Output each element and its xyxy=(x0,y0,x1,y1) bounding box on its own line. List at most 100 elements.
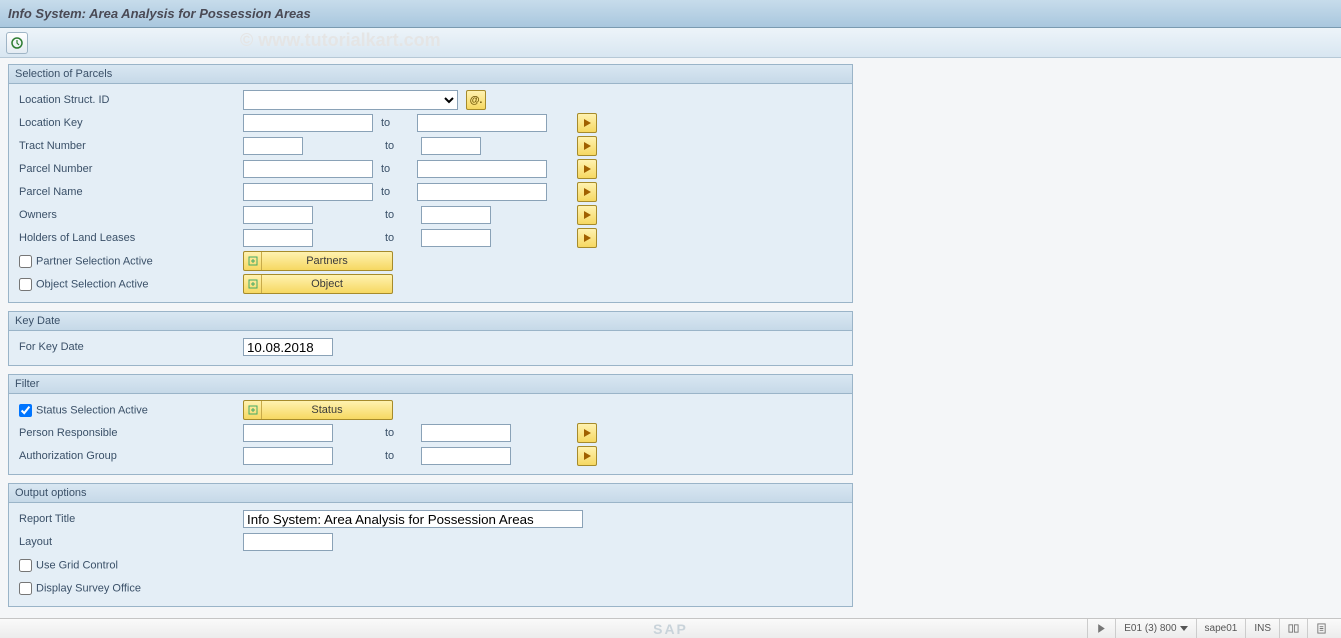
input-holders-from[interactable] xyxy=(243,229,313,247)
to-label: to xyxy=(381,209,421,221)
to-label: to xyxy=(377,117,417,129)
execute-button[interactable] xyxy=(6,32,28,54)
group-selection-of-parcels: Selection of Parcels Location Struct. ID… xyxy=(8,64,853,303)
checkbox-object-selection-input[interactable] xyxy=(19,278,32,291)
checkbox-display-survey-input[interactable] xyxy=(19,582,32,595)
label-location-struct-id: Location Struct. ID xyxy=(13,94,243,106)
input-layout[interactable] xyxy=(243,533,333,551)
input-parcel-name-from[interactable] xyxy=(243,183,373,201)
checkbox-use-grid-control[interactable]: Use Grid Control xyxy=(13,556,243,575)
multi-select-holders[interactable] xyxy=(577,228,597,248)
group-title: Selection of Parcels xyxy=(9,65,852,84)
arrow-right-icon xyxy=(584,211,591,219)
status-script-icon[interactable] xyxy=(1307,619,1335,638)
dropdown-icon xyxy=(1180,626,1188,631)
arrow-right-icon xyxy=(584,142,591,150)
status-nav-start[interactable] xyxy=(1087,619,1115,638)
input-authorization-group-from[interactable] xyxy=(243,447,333,465)
status-button[interactable]: Status xyxy=(243,400,393,420)
input-location-key-to[interactable] xyxy=(417,114,547,132)
checkbox-partner-selection-input[interactable] xyxy=(19,255,32,268)
label-holders: Holders of Land Leases xyxy=(13,232,243,244)
to-label: to xyxy=(377,186,417,198)
status-system[interactable]: E01 (3) 800 xyxy=(1115,619,1195,638)
arrow-right-icon xyxy=(584,452,591,460)
label-layout: Layout xyxy=(13,536,243,548)
partners-button[interactable]: Partners xyxy=(243,251,393,271)
to-label: to xyxy=(377,163,417,175)
checkbox-status-selection[interactable]: Status Selection Active xyxy=(13,401,243,420)
object-button[interactable]: Object xyxy=(243,274,393,294)
status-layout-icon[interactable] xyxy=(1279,619,1307,638)
input-location-key-from[interactable] xyxy=(243,114,373,132)
object-button-label: Object xyxy=(262,278,392,290)
checkbox-partner-selection[interactable]: Partner Selection Active xyxy=(13,252,243,271)
arrow-right-icon xyxy=(584,234,591,242)
input-authorization-group-to[interactable] xyxy=(421,447,511,465)
label-parcel-name: Parcel Name xyxy=(13,186,243,198)
triangle-right-icon xyxy=(1096,623,1107,634)
input-tract-number-from[interactable] xyxy=(243,137,303,155)
window-title-bar: Info System: Area Analysis for Possessio… xyxy=(0,0,1341,28)
label-person-responsible: Person Responsible xyxy=(13,427,243,439)
label-display-survey: Display Survey Office xyxy=(36,582,141,594)
status-button-label: Status xyxy=(262,404,392,416)
label-status-selection: Status Selection Active xyxy=(36,404,148,416)
multi-select-location-key[interactable] xyxy=(577,113,597,133)
label-object-selection: Object Selection Active xyxy=(36,278,149,290)
arrow-right-icon xyxy=(584,165,591,173)
input-parcel-name-to[interactable] xyxy=(417,183,547,201)
input-owners-from[interactable] xyxy=(243,206,313,224)
input-owners-to[interactable] xyxy=(421,206,491,224)
status-server: sape01 xyxy=(1196,619,1246,638)
label-owners: Owners xyxy=(13,209,243,221)
label-location-key: Location Key xyxy=(13,117,243,129)
input-report-title[interactable] xyxy=(243,510,583,528)
partners-button-label: Partners xyxy=(262,255,392,267)
input-tract-number-to[interactable] xyxy=(421,137,481,155)
group-key-date: Key Date For Key Date xyxy=(8,311,853,366)
search-help-button[interactable]: @. xyxy=(466,90,486,110)
checkbox-use-grid-input[interactable] xyxy=(19,559,32,572)
multi-select-owners[interactable] xyxy=(577,205,597,225)
to-label: to xyxy=(381,140,421,152)
label-tract-number: Tract Number xyxy=(13,140,243,152)
group-title: Key Date xyxy=(9,312,852,331)
arrow-right-icon xyxy=(584,119,591,127)
input-parcel-number-to[interactable] xyxy=(417,160,547,178)
checkbox-display-survey-office[interactable]: Display Survey Office xyxy=(13,579,243,598)
window-title: Info System: Area Analysis for Possessio… xyxy=(8,6,311,21)
group-title: Filter xyxy=(9,375,852,394)
status-bar: SAP E01 (3) 800 sape01 INS xyxy=(0,618,1341,638)
execute-icon xyxy=(11,37,23,49)
label-report-title: Report Title xyxy=(13,513,243,525)
group-output-options: Output options Report Title Layout Use G… xyxy=(8,483,853,607)
input-holders-to[interactable] xyxy=(421,229,491,247)
multi-select-parcel-number[interactable] xyxy=(577,159,597,179)
multi-select-authorization-group[interactable] xyxy=(577,446,597,466)
input-for-key-date[interactable] xyxy=(243,338,333,356)
multi-select-person-responsible[interactable] xyxy=(577,423,597,443)
input-person-responsible-from[interactable] xyxy=(243,424,333,442)
sap-logo: SAP xyxy=(653,621,688,637)
label-partner-selection: Partner Selection Active xyxy=(36,255,153,267)
label-parcel-number: Parcel Number xyxy=(13,163,243,175)
multi-select-tract-number[interactable] xyxy=(577,136,597,156)
group-title: Output options xyxy=(9,484,852,503)
content-area: Selection of Parcels Location Struct. ID… xyxy=(0,58,1341,618)
document-icon xyxy=(1316,623,1327,634)
checkbox-object-selection[interactable]: Object Selection Active xyxy=(13,275,243,294)
at-icon: @. xyxy=(470,95,483,106)
expand-icon xyxy=(244,275,262,293)
status-insert-mode: INS xyxy=(1245,619,1279,638)
to-label: to xyxy=(381,232,421,244)
label-for-key-date: For Key Date xyxy=(13,341,243,353)
multi-select-parcel-name[interactable] xyxy=(577,182,597,202)
input-location-struct-id[interactable] xyxy=(243,90,458,110)
label-authorization-group: Authorization Group xyxy=(13,450,243,462)
watermark: © www.tutorialkart.com xyxy=(240,30,441,51)
input-parcel-number-from[interactable] xyxy=(243,160,373,178)
checkbox-status-selection-input[interactable] xyxy=(19,404,32,417)
arrow-right-icon xyxy=(584,188,591,196)
input-person-responsible-to[interactable] xyxy=(421,424,511,442)
